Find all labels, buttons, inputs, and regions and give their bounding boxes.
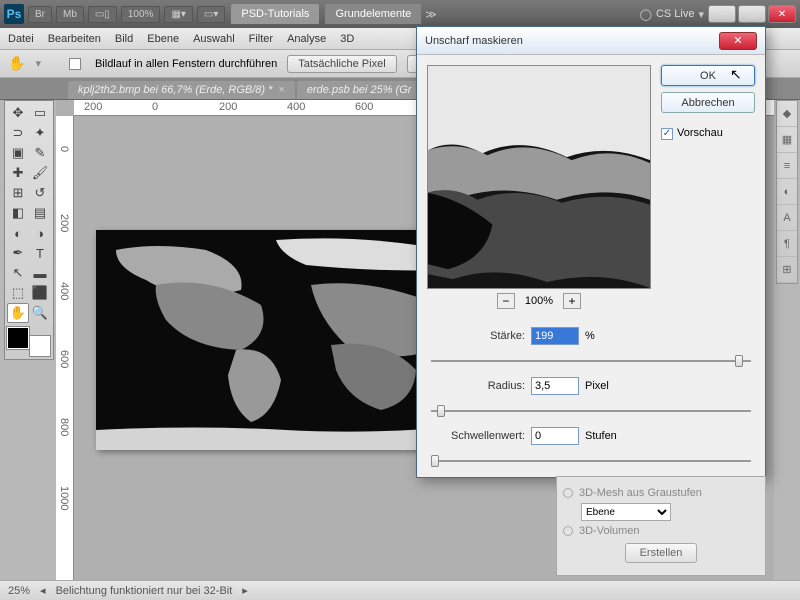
status-bar: 25% ◂Belichtung funktioniert nur bei 32-…	[0, 580, 800, 600]
shape-tool-icon[interactable]: ▬	[29, 263, 51, 283]
dialog-close-icon[interactable]: ✕	[719, 32, 757, 50]
brush-tool-icon[interactable]: 🖌	[29, 163, 51, 183]
marquee-tool-icon[interactable]: ▭	[29, 103, 51, 123]
dialog-title: Unscharf maskieren	[425, 35, 523, 47]
3d-panel: 3D-Mesh aus Graustufen Ebene 3D-Volumen …	[556, 476, 766, 576]
cancel-button[interactable]: Abbrechen	[661, 92, 755, 113]
more-workspaces-icon[interactable]: ≫	[425, 8, 437, 21]
type-tool-icon[interactable]: T	[29, 243, 51, 263]
close-tab-icon[interactable]: ×	[278, 84, 284, 96]
path-tool-icon[interactable]: ↖	[7, 263, 29, 283]
stamp-tool-icon[interactable]: ⊞	[7, 183, 29, 203]
menu-bearbeiten[interactable]: Bearbeiten	[48, 33, 101, 45]
menu-3d[interactable]: 3D	[340, 33, 354, 45]
close-button[interactable]: ✕	[768, 5, 796, 23]
app-titlebar: Ps Br Mb ▭▯ 100% ▦▾ ▭▾ PSD-Tutorials Gru…	[0, 0, 800, 28]
zoom-out-button[interactable]: −	[497, 293, 515, 309]
panel-icon[interactable]: ▦	[777, 127, 797, 153]
panel-icon[interactable]: A	[777, 205, 797, 231]
pen-tool-icon[interactable]: ✒	[7, 243, 29, 263]
cslive-icon[interactable]: ◯	[640, 8, 652, 21]
eyedropper-tool-icon[interactable]: ✎	[29, 143, 51, 163]
status-message: Belichtung funktioniert nur bei 32-Bit	[56, 585, 233, 597]
threshold-slider[interactable]	[431, 453, 751, 469]
hand-tool-icon: ✋	[8, 55, 25, 72]
radius-param: Radius: Pixel	[431, 377, 751, 395]
gradient-tool-icon[interactable]: ▤	[29, 203, 51, 223]
preview-zoom-label: 100%	[525, 295, 553, 307]
scroll-all-label: Bildlauf in allen Fenstern durchführen	[95, 58, 277, 70]
maximize-button[interactable]: ▢	[738, 5, 766, 23]
screen-mode-button[interactable]: ▭▾	[197, 6, 225, 23]
preview-label: Vorschau	[677, 127, 723, 139]
view-extras-button[interactable]: ▦▾	[164, 6, 192, 23]
status-zoom[interactable]: 25%	[8, 585, 30, 597]
history-brush-icon[interactable]: ↺	[29, 183, 51, 203]
menu-auswahl[interactable]: Auswahl	[193, 33, 235, 45]
heal-tool-icon[interactable]: ✚	[7, 163, 29, 183]
3d-layer-select[interactable]: Ebene	[581, 503, 671, 521]
vertical-ruler: 02004006008001000	[56, 116, 74, 580]
eraser-tool-icon[interactable]: ◧	[7, 203, 29, 223]
zoom-tool-icon[interactable]: 🔍	[29, 303, 51, 323]
blur-tool-icon[interactable]: ◐	[7, 223, 29, 243]
minibridge-button[interactable]: Mb	[56, 6, 84, 23]
document-tab-2[interactable]: erde.psb bei 25% (Gr	[297, 81, 422, 99]
ok-button[interactable]: OK	[661, 65, 755, 86]
tool-palette: ✥ ▭ ⊃ ✦ ▣ ✎ ✚ 🖌 ⊞ ↺ ◧ ▤ ◐ ◑ ✒ T ↖ ▬ ⬚ ⬛ …	[4, 100, 54, 360]
wand-tool-icon[interactable]: ✦	[29, 123, 51, 143]
scroll-all-checkbox[interactable]	[69, 58, 81, 70]
create-3d-button[interactable]: Erstellen	[625, 543, 698, 563]
photoshop-logo-icon: Ps	[4, 4, 24, 24]
strength-param: Stärke: %	[431, 327, 751, 345]
strength-input[interactable]	[531, 327, 579, 345]
hand-tool-icon[interactable]: ✋	[7, 303, 29, 323]
panel-icon[interactable]: ⊞	[777, 257, 797, 283]
panel-icon[interactable]: ¶	[777, 231, 797, 257]
color-swatch[interactable]	[7, 327, 51, 357]
panel-icon[interactable]: ≡	[777, 153, 797, 179]
workspace-tab-tutorials[interactable]: PSD-Tutorials	[231, 4, 319, 24]
actual-pixels-button[interactable]: Tatsächliche Pixel	[287, 55, 396, 73]
panel-icon[interactable]: ◐	[777, 179, 797, 205]
minimize-button[interactable]: —	[708, 5, 736, 23]
arrange-button[interactable]: ▭▯	[88, 6, 117, 23]
threshold-input[interactable]	[531, 427, 579, 445]
zoom-in-button[interactable]: +	[563, 293, 581, 309]
filter-preview[interactable]	[427, 65, 651, 289]
preview-checkbox[interactable]: ✓	[661, 128, 673, 140]
zoom-level[interactable]: 100%	[121, 6, 161, 23]
radius-input[interactable]	[531, 377, 579, 395]
bridge-button[interactable]: Br	[28, 6, 52, 23]
menu-analyse[interactable]: Analyse	[287, 33, 326, 45]
workspace-tab-grundelemente[interactable]: Grundelemente	[325, 4, 421, 24]
document-tab-1[interactable]: kplj2th2.bmp bei 66,7% (Erde, RGB/8) *×	[68, 81, 295, 99]
menu-datei[interactable]: Datei	[8, 33, 34, 45]
move-tool-icon[interactable]: ✥	[7, 103, 29, 123]
menu-ebene[interactable]: Ebene	[147, 33, 179, 45]
menu-filter[interactable]: Filter	[249, 33, 273, 45]
unsharp-mask-dialog: Unscharf maskieren ✕ − 100% + OK Abbre	[416, 26, 766, 478]
crop-tool-icon[interactable]: ▣	[7, 143, 29, 163]
dodge-tool-icon[interactable]: ◑	[29, 223, 51, 243]
cslive-label[interactable]: CS Live	[656, 8, 695, 20]
panel-icon[interactable]: ◆	[777, 101, 797, 127]
radius-slider[interactable]	[431, 403, 751, 419]
threshold-param: Schwellenwert: Stufen	[431, 427, 751, 445]
3d-camera-icon[interactable]: ⬛	[29, 283, 51, 303]
3d-tool-icon[interactable]: ⬚	[7, 283, 29, 303]
dialog-titlebar[interactable]: Unscharf maskieren ✕	[417, 27, 765, 55]
strength-slider[interactable]	[431, 353, 751, 369]
right-panel-dock: ◆ ▦ ≡ ◐ A ¶ ⊞	[776, 100, 798, 284]
lasso-tool-icon[interactable]: ⊃	[7, 123, 29, 143]
menu-bild[interactable]: Bild	[115, 33, 133, 45]
